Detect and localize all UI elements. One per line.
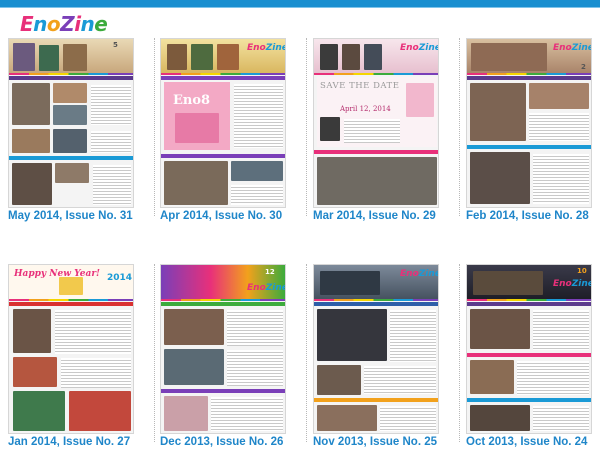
cover-issue-number: 2014 — [107, 273, 133, 283]
cover-issue-number: 2 — [581, 63, 586, 71]
top-accent-line — [0, 7, 600, 8]
issue-caption-link[interactable]: May 2014, Issue No. 31 — [8, 210, 158, 222]
issue-cover-thumbnail[interactable]: EnoZine Eno8 — [160, 38, 286, 208]
issue-caption-link[interactable]: Feb 2014, Issue No. 28 — [466, 210, 600, 222]
issue-caption-link[interactable]: Oct 2013, Issue No. 24 — [466, 436, 600, 448]
issue-cover-thumbnail[interactable]: EnoZine 2 — [466, 38, 592, 208]
issue-cover-thumbnail[interactable]: 5 — [8, 38, 134, 208]
poster-greeting: Happy New Year! — [14, 269, 101, 279]
cover-issue-number: 12 — [265, 268, 275, 276]
issue-cover-thumbnail[interactable]: EnoZine 12 — [160, 264, 286, 434]
issue-cover-thumbnail[interactable]: EnoZine — [313, 264, 439, 434]
top-accent-bar — [0, 0, 600, 7]
issue-caption-link[interactable]: Apr 2014, Issue No. 30 — [160, 210, 310, 222]
issue-caption-link[interactable]: Jan 2014, Issue No. 27 — [8, 436, 158, 448]
issue-caption-link[interactable]: Nov 2013, Issue No. 25 — [313, 436, 463, 448]
poster-title: Eno8 — [173, 93, 211, 108]
issue-caption-link[interactable]: Dec 2013, Issue No. 26 — [160, 436, 310, 448]
enozine-logo[interactable]: EnoZine — [20, 12, 108, 36]
issue-cover-thumbnail[interactable]: EnoZine SAVE THE DATE April 12, 2014 — [313, 38, 439, 208]
cover-issue-number: 10 — [577, 267, 587, 275]
issue-cover-thumbnail[interactable]: Happy New Year! 2014 — [8, 264, 134, 434]
poster-headline: SAVE THE DATE — [320, 81, 400, 91]
issue-cover-thumbnail[interactable]: EnoZine 10 — [466, 264, 592, 434]
cover-issue-number: 5 — [113, 41, 118, 49]
poster-date: April 12, 2014 — [340, 105, 391, 113]
issue-caption-link[interactable]: Mar 2014, Issue No. 29 — [313, 210, 463, 222]
